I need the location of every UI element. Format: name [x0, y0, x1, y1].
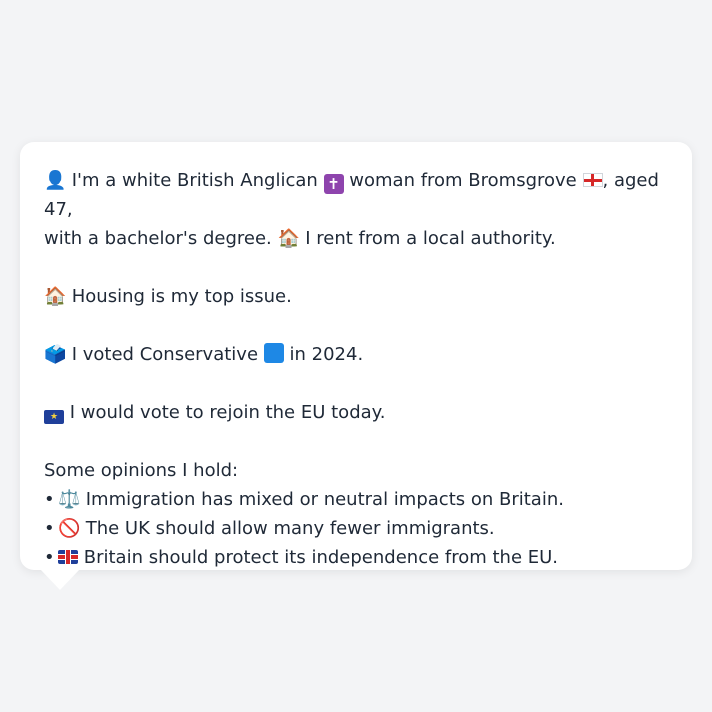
- eu-paragraph: ★ I would vote to rejoin the EU today.: [44, 398, 668, 427]
- persona-message-bubble: 👤 I'm a white British Anglican ✝ woman f…: [20, 142, 692, 570]
- eu-text: I would vote to rejoin the EU today.: [69, 402, 386, 423]
- balance-scale-icon: ⚖️: [58, 489, 81, 510]
- opinion-text: Britain should protect its independence …: [83, 547, 559, 568]
- list-item: • 🚫 The UK should allow many fewer immigr…: [44, 514, 668, 543]
- opinion-text: The UK should allow many fewer immigrant…: [85, 518, 495, 539]
- vote-paragraph: 🗳️ I voted Conservative in 2024.: [44, 340, 668, 369]
- eu-flag-icon: ★: [44, 410, 64, 424]
- blue-square-icon: [263, 343, 284, 363]
- list-item: • ⚖️ Immigration has mixed or neutral imp…: [44, 485, 668, 514]
- england-flag-icon: [582, 173, 603, 187]
- house-icon: 🏠: [277, 228, 300, 249]
- prohibited-icon: 🚫: [58, 518, 81, 539]
- intro-text-5: I rent from a local authority.: [305, 228, 556, 249]
- uk-flag-icon: [58, 550, 78, 564]
- intro-text-1: I'm a white British Anglican: [71, 170, 318, 191]
- top-issue-paragraph: 🏠 Housing is my top issue.: [44, 282, 668, 311]
- person-icon: 👤: [44, 170, 67, 191]
- intro-text-2: woman from Bromsgrove: [349, 170, 577, 191]
- house-icon: 🏠: [44, 286, 67, 307]
- bubble-tail: [40, 569, 80, 590]
- ballot-box-icon: 🗳️: [44, 344, 67, 365]
- opinions-list: • ⚖️ Immigration has mixed or neutral imp…: [44, 485, 668, 572]
- opinion-text: Immigration has mixed or neutral impacts…: [85, 489, 564, 510]
- intro-paragraph: 👤 I'm a white British Anglican ✝ woman f…: [44, 166, 668, 253]
- vote-text-1: I voted Conservative: [71, 344, 259, 365]
- intro-text-4: with a bachelor's degree.: [44, 228, 272, 249]
- opinions-heading: Some opinions I hold:: [44, 460, 239, 481]
- vote-text-2: in 2024.: [289, 344, 364, 365]
- list-item: • Britain should protect its independenc…: [44, 547, 559, 568]
- top-issue-text: Housing is my top issue.: [71, 286, 292, 307]
- cross-icon: ✝: [323, 174, 344, 194]
